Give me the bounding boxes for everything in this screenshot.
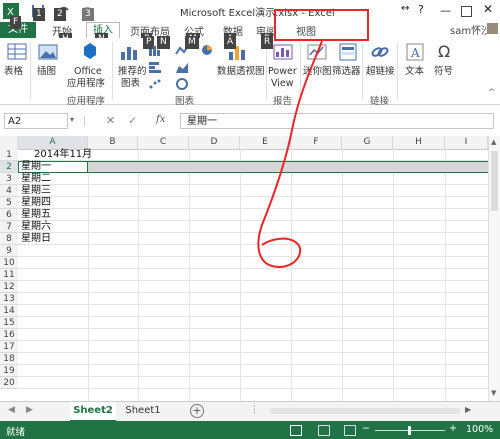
scroll-right-icon[interactable]: ▶ (465, 405, 471, 414)
sheet-tab-sheet2[interactable]: Sheet2 (70, 402, 116, 422)
red-annotation (257, 9, 369, 268)
horizontal-scrollbar[interactable] (270, 408, 460, 414)
next-sheet-icon[interactable]: ▶ (26, 405, 33, 415)
prev-sheet-icon[interactable]: ◀ (8, 405, 15, 415)
sheet-options-icon[interactable]: ⋮ (250, 405, 259, 415)
sheet-tab-bar: ◀ ▶ Sheet2 Sheet1 + ⋮ ▶ (0, 401, 500, 422)
sheet-tab-sheet1[interactable]: Sheet1 (120, 402, 166, 420)
status-ready: 就绪 (6, 427, 26, 438)
status-bar: 就绪 − + 100% (0, 421, 500, 439)
add-sheet-icon[interactable]: + (190, 404, 204, 418)
zoom-level[interactable]: 100% (466, 424, 493, 435)
annotation-box (274, 9, 369, 41)
zoom-out-icon[interactable]: − (362, 423, 370, 434)
zoom-in-icon[interactable]: + (449, 423, 457, 434)
page-break-view-icon[interactable] (344, 425, 356, 436)
annotation-arrow-curve (257, 40, 323, 268)
zoom-slider-thumb[interactable] (408, 426, 411, 435)
normal-view-icon[interactable] (290, 425, 302, 436)
page-layout-view-icon[interactable] (318, 425, 330, 436)
